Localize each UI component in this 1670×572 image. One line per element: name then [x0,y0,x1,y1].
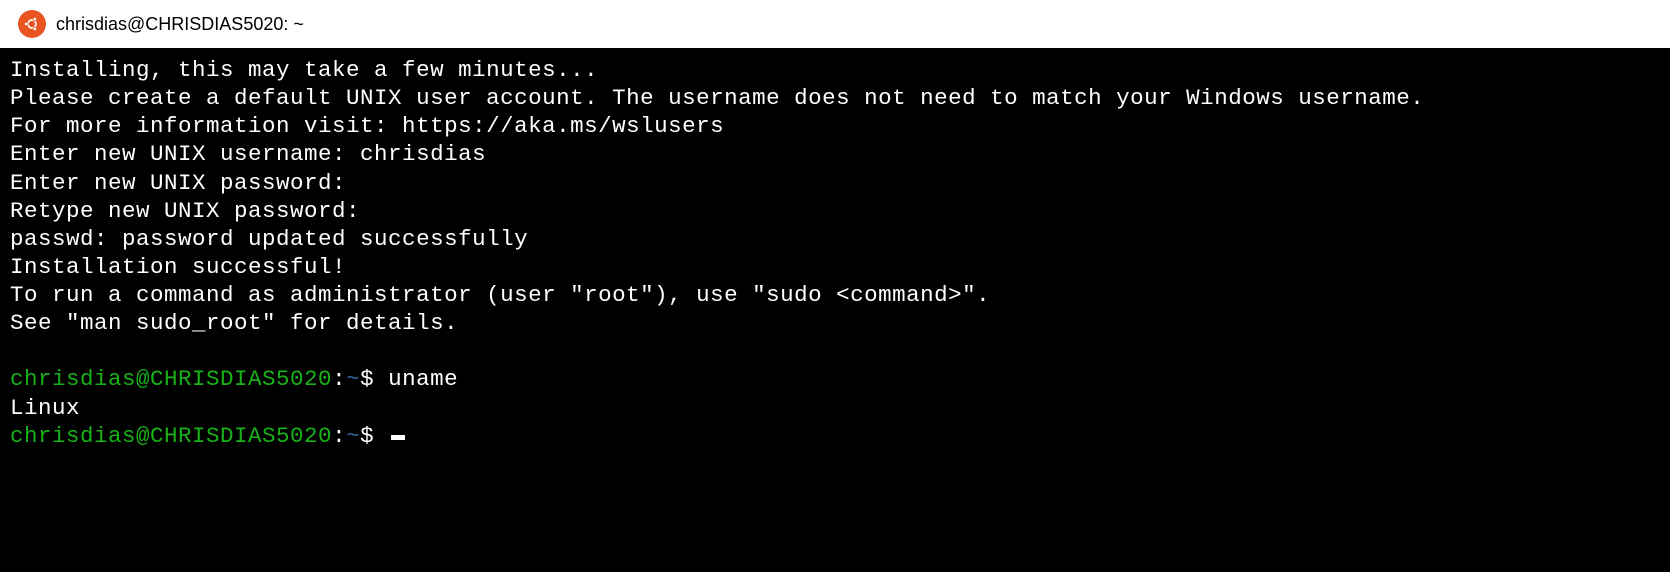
prompt-colon: : [332,423,346,449]
prompt-dollar: $ [360,366,374,392]
terminal-output-line: To run a command as administrator (user … [10,281,1660,309]
terminal-prompt-line: chrisdias@CHRISDIAS5020:~$ [10,422,1660,450]
window-title: chrisdias@CHRISDIAS5020: ~ [56,14,304,35]
terminal-output-line: Installing, this may take a few minutes.… [10,56,1660,84]
terminal-output-line: Retype new UNIX password: [10,197,1660,225]
ubuntu-icon [18,10,46,38]
terminal-output-line: Enter new UNIX password: [10,169,1660,197]
terminal-output-line: For more information visit: https://aka.… [10,112,1660,140]
prompt-command: uname [374,366,458,392]
terminal-output-line: Linux [10,394,1660,422]
prompt-userhost: chrisdias@CHRISDIAS5020 [10,366,332,392]
terminal-output-line: passwd: password updated successfully [10,225,1660,253]
terminal-prompt-line: chrisdias@CHRISDIAS5020:~$ uname [10,365,1660,393]
terminal-output-line: Please create a default UNIX user accoun… [10,84,1660,112]
prompt-dollar: $ [360,423,374,449]
prompt-path: ~ [346,423,360,449]
prompt-colon: : [332,366,346,392]
window-titlebar: chrisdias@CHRISDIAS5020: ~ [0,0,1670,48]
terminal-area[interactable]: Installing, this may take a few minutes.… [0,48,1670,572]
prompt-command [374,423,388,449]
terminal-output-line: Installation successful! [10,253,1660,281]
prompt-path: ~ [346,366,360,392]
prompt-userhost: chrisdias@CHRISDIAS5020 [10,423,332,449]
terminal-output-line: See "man sudo_root" for details. [10,309,1660,337]
terminal-cursor [391,435,405,440]
blank-line [10,337,1660,365]
terminal-output-line: Enter new UNIX username: chrisdias [10,140,1660,168]
